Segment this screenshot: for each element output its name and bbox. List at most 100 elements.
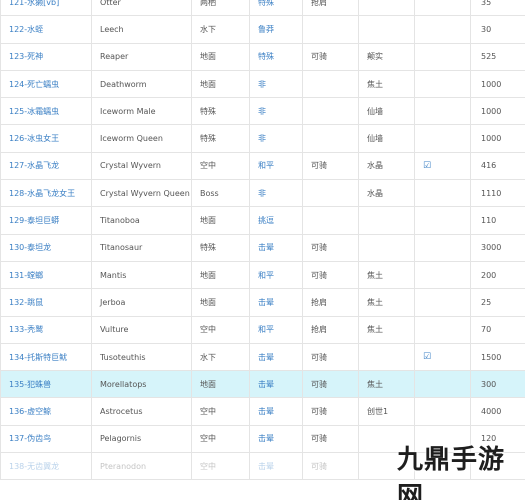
taming-method-cell[interactable]: 击晕 bbox=[249, 233, 303, 262]
english-name-cell: Astrocetus bbox=[91, 397, 192, 426]
habitat-cell: 水下 bbox=[191, 15, 250, 44]
creature-name-link[interactable]: 132-跳鼠 bbox=[0, 288, 92, 317]
creature-name-link[interactable]: 137-伪齿鸟 bbox=[0, 424, 92, 454]
food-cell: 水晶 bbox=[358, 179, 415, 208]
table-row: 127-水晶飞龙 Crystal Wyvern 空中 和平 可骑 水晶 ☑ 416 bbox=[0, 151, 525, 181]
creature-name-link[interactable]: 131-螳螂 bbox=[0, 260, 92, 290]
table-body: 121-水獭[vb] Otter 两栖 特殊 抢肩 35 122-水蛭 Leech 水下 鲁莽 30… bbox=[0, 0, 525, 481]
table-row: 131-螳螂 Mantis 地面 和平 可骑 焦土 200 bbox=[0, 260, 525, 290]
checkbox-icon bbox=[414, 260, 471, 290]
table-row: 123-死神 Reaper 地面 特殊 可骑 颠实 525 bbox=[0, 42, 525, 71]
taming-method-cell[interactable]: 和平 bbox=[249, 260, 303, 290]
creature-name-link[interactable]: 126-冰虫女王 bbox=[0, 124, 92, 153]
value-cell: 110 bbox=[470, 206, 525, 235]
taming-method-cell[interactable]: 非 bbox=[249, 124, 303, 153]
rideable-cell: 抢肩 bbox=[302, 0, 359, 17]
food-cell: 水晶 bbox=[358, 151, 415, 181]
rideable-cell: 可骑 bbox=[302, 397, 359, 426]
taming-method-cell[interactable]: 击晕 bbox=[249, 370, 303, 399]
taming-method-cell[interactable]: 击晕 bbox=[249, 397, 303, 426]
food-cell: 焦土 bbox=[358, 260, 415, 290]
taming-method-cell[interactable]: 特殊 bbox=[249, 42, 303, 71]
table-row: 122-水蛭 Leech 水下 鲁莽 30 bbox=[0, 15, 525, 44]
taming-method-cell[interactable]: 非 bbox=[249, 97, 303, 126]
taming-method-cell[interactable]: 击晕 bbox=[249, 452, 303, 481]
english-name-cell: Titanoboa bbox=[91, 206, 192, 235]
creature-name-link[interactable]: 135-犯蛛兽 bbox=[0, 370, 92, 399]
rideable-cell: 可骑 bbox=[302, 424, 359, 454]
habitat-cell: 地面 bbox=[191, 69, 250, 99]
rideable-cell bbox=[302, 206, 359, 235]
value-cell: 200 bbox=[470, 260, 525, 290]
rideable-cell bbox=[302, 124, 359, 153]
food-cell: 颠实 bbox=[358, 42, 415, 71]
taming-method-cell[interactable]: 鲁莽 bbox=[249, 15, 303, 44]
taming-method-cell[interactable]: 特殊 bbox=[249, 0, 303, 17]
value-cell: 300 bbox=[470, 370, 525, 399]
habitat-cell: 空中 bbox=[191, 151, 250, 181]
taming-method-cell[interactable]: 和平 bbox=[249, 315, 303, 344]
creature-name-link[interactable]: 123-死神 bbox=[0, 42, 92, 71]
value-cell: 416 bbox=[470, 151, 525, 181]
food-cell: 仙墙 bbox=[358, 97, 415, 126]
table-row: 125-冰霜蠕虫 Iceworm Male 特殊非 仙墙 1000 bbox=[0, 97, 525, 126]
taming-method-cell[interactable]: 非 bbox=[249, 69, 303, 99]
value-cell: 4000 bbox=[470, 397, 525, 426]
creature-name-link[interactable]: 127-水晶飞龙 bbox=[0, 151, 92, 181]
creature-table: 121-水獭[vb] Otter 两栖 特殊 抢肩 35 122-水蛭 Leech 水下 鲁莽 30… bbox=[0, 0, 525, 481]
habitat-cell: 水下 bbox=[191, 342, 250, 372]
taming-method-cell[interactable]: 非 bbox=[249, 179, 303, 208]
rideable-cell: 可骑 bbox=[302, 42, 359, 71]
english-name-cell: Morellatops bbox=[91, 370, 192, 399]
value-cell: 70 bbox=[470, 315, 525, 344]
taming-method-cell[interactable]: 击晕 bbox=[249, 424, 303, 454]
table-row: 133-秃鹫 Vulture 空中 和平 抢肩 焦土 70 bbox=[0, 315, 525, 344]
watermark-logo: 九鼎手游网 bbox=[397, 445, 519, 500]
creature-name-link[interactable]: 130-泰坦龙 bbox=[0, 233, 92, 262]
taming-method-cell[interactable]: 击晕 bbox=[249, 342, 303, 372]
table-row: 121-水獭[vb] Otter 两栖 特殊 抢肩 35 bbox=[0, 0, 525, 17]
english-name-cell: Iceworm Male bbox=[91, 97, 192, 126]
watermark-text: 九鼎手游网 bbox=[397, 445, 506, 500]
rideable-cell: 抢肩 bbox=[302, 288, 359, 317]
value-cell: 1110 bbox=[470, 179, 525, 208]
habitat-cell: 特殊 bbox=[191, 97, 250, 126]
habitat-cell: Boss bbox=[191, 179, 250, 208]
value-cell: 525 bbox=[470, 42, 525, 71]
value-cell: 1000 bbox=[470, 69, 525, 99]
english-name-cell: Iceworm Queen bbox=[91, 124, 192, 153]
food-cell bbox=[358, 342, 415, 372]
english-name-cell: Leech bbox=[91, 15, 192, 44]
creature-name-link[interactable]: 121-水獭[vb] bbox=[0, 0, 92, 17]
checkbox-icon bbox=[414, 0, 471, 17]
creature-name-link[interactable]: 134-托斯特巨鱿 bbox=[0, 342, 92, 372]
english-name-cell: Titanosaur bbox=[91, 233, 192, 262]
creature-name-link[interactable]: 122-水蛭 bbox=[0, 15, 92, 44]
checkbox-icon bbox=[414, 124, 471, 153]
taming-method-cell[interactable]: 挑逗 bbox=[249, 206, 303, 235]
creature-name-link[interactable]: 133-秃鹫 bbox=[0, 315, 92, 344]
english-name-cell: Jerboa bbox=[91, 288, 192, 317]
food-cell: 焦土 bbox=[358, 370, 415, 399]
english-name-cell: Mantis bbox=[91, 260, 192, 290]
creature-name-link[interactable]: 136-虚空鲸 bbox=[0, 397, 92, 426]
habitat-cell: 地面 bbox=[191, 288, 250, 317]
habitat-cell: 空中 bbox=[191, 424, 250, 454]
food-cell bbox=[358, 15, 415, 44]
table-row: 126-冰虫女王 Iceworm Queen 特殊非 仙墙 1000 bbox=[0, 124, 525, 153]
rideable-cell: 可骑 bbox=[302, 452, 359, 481]
table-row: 135-犯蛛兽 Morellatops 地面 击晕 可骑 焦土 300 bbox=[0, 370, 525, 399]
creature-name-link[interactable]: 138-无齿翼龙 bbox=[0, 452, 92, 481]
rideable-cell: 可骑 bbox=[302, 370, 359, 399]
taming-method-cell[interactable]: 和平 bbox=[249, 151, 303, 181]
taming-method-cell[interactable]: 击晕 bbox=[249, 288, 303, 317]
creature-name-link[interactable]: 124-死亡蠕虫 bbox=[0, 69, 92, 99]
creature-name-link[interactable]: 129-泰坦巨蟒 bbox=[0, 206, 92, 235]
habitat-cell: 空中 bbox=[191, 452, 250, 481]
creature-name-link[interactable]: 128-水晶飞龙女王 bbox=[0, 179, 92, 208]
checkbox-icon bbox=[414, 15, 471, 44]
creature-name-link[interactable]: 125-冰霜蠕虫 bbox=[0, 97, 92, 126]
english-name-cell: Reaper bbox=[91, 42, 192, 71]
habitat-cell: 空中 bbox=[191, 315, 250, 344]
rideable-cell: 可骑 bbox=[302, 233, 359, 262]
